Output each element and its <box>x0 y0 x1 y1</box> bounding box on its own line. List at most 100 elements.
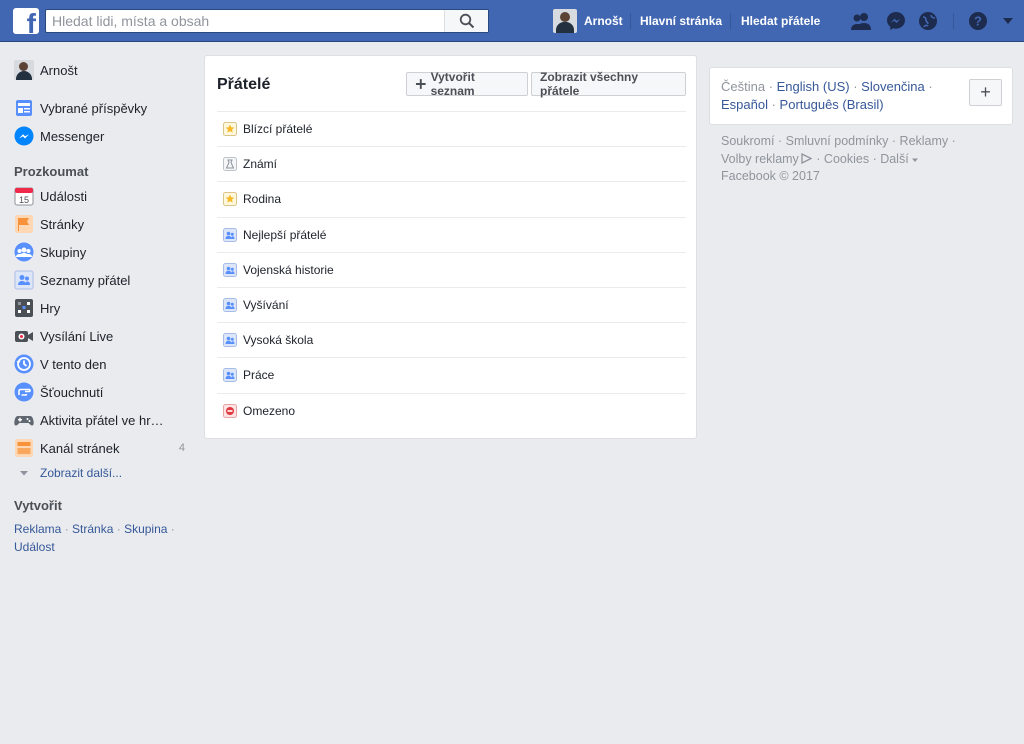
notifications-globe-icon[interactable] <box>917 10 939 32</box>
create-heading: Vytvořit <box>14 498 62 513</box>
sidebar-item-events[interactable]: 15 Události <box>14 182 189 210</box>
friend-list-icon <box>223 333 237 348</box>
list-item[interactable]: Rodina <box>217 181 686 216</box>
friend-list-icon <box>223 298 237 313</box>
friend-list-icon <box>223 368 237 383</box>
account-menu-caret-icon[interactable] <box>997 10 1019 32</box>
language-link[interactable]: Português (Brasil) <box>780 97 884 112</box>
plus-icon <box>415 79 426 89</box>
home-link[interactable]: Hlavní stránka <box>640 14 722 28</box>
sidebar-item-label: Hry <box>40 300 61 316</box>
sidebar-item-live[interactable]: Vysílání Live <box>14 322 189 350</box>
groups-icon <box>14 242 34 262</box>
friend-lists-icon <box>14 270 34 290</box>
facebook-logo[interactable]: f <box>13 8 39 34</box>
list-item[interactable]: Vojenská historie <box>217 251 686 287</box>
create-page-link[interactable]: Stránka <box>72 522 113 536</box>
sidebar-item-pages[interactable]: Stránky <box>14 210 189 238</box>
language-link[interactable]: Español <box>721 97 768 112</box>
list-item[interactable]: Známí <box>217 146 686 181</box>
ads-link[interactable]: Reklamy <box>900 134 949 148</box>
list-item-label: Známí <box>243 157 278 172</box>
copyright: Facebook © 2017 <box>721 169 820 183</box>
create-links: Reklama · Stránka · Skupina · Událost <box>14 522 175 554</box>
left-sidebar: Arnošt Vybrané příspěvky Messenger Prozk… <box>14 56 189 556</box>
calendar-icon: 15 <box>14 186 34 206</box>
profile-link[interactable]: Arnošt <box>553 9 623 33</box>
search-button[interactable] <box>444 10 488 32</box>
footer-links: Soukromí · Smluvní podmínky · Reklamy · … <box>721 134 956 183</box>
list-item-label: Práce <box>243 368 275 383</box>
list-item-label: Vyšívání <box>243 298 289 313</box>
sidebar-item-friend-lists[interactable]: Seznamy přátel <box>14 266 189 294</box>
sidebar-item-label: Vysílání Live <box>40 328 114 344</box>
list-item-label: Vysoká škola <box>243 333 314 348</box>
sidebar-item-label: Messenger <box>40 128 105 144</box>
sidebar-item-games[interactable]: Hry <box>14 294 189 322</box>
flag-icon <box>14 214 34 234</box>
nav-divider <box>953 13 954 29</box>
avatar <box>14 60 34 80</box>
sidebar-item-on-this-day[interactable]: V tento den <box>14 350 189 378</box>
star-icon <box>223 122 237 137</box>
sidebar-item-friends-game-activity[interactable]: Aktivita přátel ve hr… <box>14 406 189 434</box>
acquaintance-icon <box>223 157 237 172</box>
sidebar-item-label: Seznamy přátel <box>40 272 131 288</box>
list-item[interactable]: Práce <box>217 357 686 392</box>
create-event-link[interactable]: Událost <box>14 540 55 554</box>
sidebar-item-pokes[interactable]: Šťouchnutí <box>14 378 189 406</box>
list-item-label: Rodina <box>243 192 282 207</box>
sidebar-item-profile[interactable]: Arnošt <box>14 56 189 84</box>
friend-list-icon <box>223 262 237 277</box>
language-link[interactable]: English (US) <box>777 79 850 94</box>
friend-lists-card: Přátelé Vytvořit seznam Zobrazit všechny… <box>204 55 697 439</box>
terms-link[interactable]: Smluvní podmínky <box>786 134 889 148</box>
sidebar-item-label: Kanál stránek <box>40 440 120 456</box>
logo-letter: f <box>26 8 36 35</box>
list-item[interactable]: Blízcí přátelé <box>217 111 686 146</box>
svg-text:?: ? <box>974 14 982 29</box>
create-group-link[interactable]: Skupina <box>124 522 167 536</box>
sidebar-item-label: Arnošt <box>40 62 78 78</box>
show-all-friends-button[interactable]: Zobrazit všechny přátele <box>531 70 686 98</box>
friend-requests-icon[interactable] <box>850 10 872 32</box>
language-link[interactable]: Slovenčina <box>861 79 925 94</box>
search-input[interactable] <box>46 10 442 32</box>
cookies-link[interactable]: Cookies <box>824 152 869 166</box>
friend-list-icon <box>223 227 237 242</box>
list-item[interactable]: Nejlepší přátelé <box>217 216 686 252</box>
list-item[interactable]: Vysoká škola <box>217 322 686 357</box>
poke-icon <box>14 382 34 402</box>
add-language-button[interactable]: + <box>969 79 1002 106</box>
friend-lists: Blízcí přátelé Známí Rodina Nejlepší přá… <box>217 111 686 428</box>
sidebar-item-label: Šťouchnutí <box>40 384 104 400</box>
create-list-button[interactable]: Vytvořit seznam <box>406 70 528 98</box>
sidebar-item-news-feed[interactable]: Vybrané příspěvky <box>14 94 189 122</box>
sidebar-item-messenger[interactable]: Messenger <box>14 122 189 150</box>
privacy-link[interactable]: Soukromí <box>721 134 775 148</box>
ad-choices-link[interactable]: Volby reklamy <box>721 152 799 166</box>
sidebar-item-label: Stránky <box>40 216 85 232</box>
page-title: Přátelé <box>217 76 271 93</box>
explore-heading: Prozkoumat <box>14 164 89 179</box>
memories-clock-icon <box>14 354 34 374</box>
see-more-link[interactable]: Zobrazit další... <box>14 462 189 484</box>
top-navigation-bar: f Arnošt Hlavní stránka Hledat přátele ? <box>0 0 1024 42</box>
sidebar-item-groups[interactable]: Skupiny <box>14 238 189 266</box>
list-item-label: Vojenská historie <box>243 262 334 277</box>
show-all-friends-label: Zobrazit všechny přátele <box>540 70 639 98</box>
sidebar-item-pages-feed[interactable]: Kanál stránek 4 <box>14 434 189 462</box>
more-link[interactable]: Další <box>880 152 908 166</box>
list-item-label: Nejlepší přátelé <box>243 227 327 242</box>
news-feed-icon <box>14 98 34 118</box>
nav-divider <box>730 13 731 29</box>
find-friends-link[interactable]: Hledat přátele <box>741 14 820 28</box>
avatar <box>553 9 577 33</box>
list-item-label: Omezeno <box>243 403 296 418</box>
list-item[interactable]: Omezeno <box>217 392 686 428</box>
chevron-down-icon <box>20 471 28 476</box>
help-icon[interactable]: ? <box>967 10 989 32</box>
messenger-icon[interactable] <box>885 10 907 32</box>
list-item[interactable]: Vyšívání <box>217 286 686 322</box>
create-ad-link[interactable]: Reklama <box>14 522 61 536</box>
